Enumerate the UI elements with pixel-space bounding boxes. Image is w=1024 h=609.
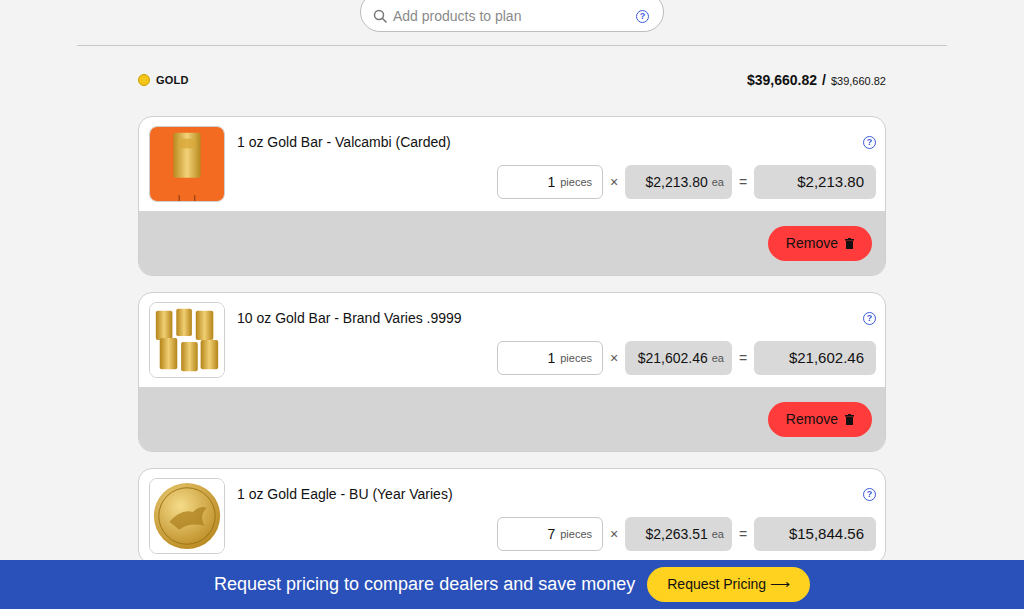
quantity-value[interactable]: 1 bbox=[547, 348, 555, 369]
product-card: 1 oz Gold Bar - Valcambi (Carded)? 1 piece… bbox=[138, 116, 886, 276]
metal-label: GOLD bbox=[138, 72, 189, 89]
quantity-value[interactable]: 1 bbox=[547, 172, 555, 193]
help-icon[interactable]: ? bbox=[863, 488, 876, 501]
price-unit: ea bbox=[712, 350, 724, 367]
product-card: 10 oz Gold Bar - Brand Varies .9999? 1 pie… bbox=[138, 292, 886, 452]
product-details: 1 oz Gold Eagle - BU (Year Varies)? 7 piec… bbox=[237, 478, 876, 554]
equals-sign: = bbox=[732, 172, 754, 193]
metal-dot bbox=[138, 74, 150, 86]
times-sign: × bbox=[603, 524, 625, 545]
product-card: 1 oz Gold Eagle - BU (Year Varies)? 7 piec… bbox=[138, 468, 886, 564]
price-unit: ea bbox=[712, 174, 724, 191]
equals-sign: = bbox=[732, 348, 754, 369]
quantity-field[interactable]: 7 pieces bbox=[497, 517, 603, 551]
search-icon bbox=[373, 9, 387, 23]
times-sign: × bbox=[603, 172, 625, 193]
quantity-field[interactable]: 1 pieces bbox=[497, 341, 603, 375]
search-field[interactable]: ? bbox=[360, 0, 664, 32]
quantity-unit: pieces bbox=[560, 526, 592, 543]
metal-totals: $39,660.82/$39,660.82 bbox=[747, 70, 886, 91]
price-value: $2,213.80 bbox=[645, 172, 707, 193]
coin-icon bbox=[150, 479, 224, 553]
remove-label[interactable]: Remove bbox=[786, 233, 838, 254]
price-value: $21,602.46 bbox=[638, 348, 708, 369]
product-title[interactable]: 1 oz Gold Bar - Valcambi (Carded) bbox=[237, 133, 451, 151]
help-icon[interactable]: ? bbox=[636, 10, 649, 23]
product-header: 1 oz Gold Eagle - BU (Year Varies)? bbox=[237, 485, 876, 503]
help-icon[interactable]: ? bbox=[863, 312, 876, 325]
plan-list: GOLD$39,660.82/$39,660.821 oz Gold Bar -… bbox=[138, 70, 886, 564]
metal-header: GOLD$39,660.82/$39,660.82 bbox=[138, 70, 886, 90]
product-image bbox=[149, 302, 225, 378]
divider bbox=[77, 45, 947, 46]
quantity-value[interactable]: 7 bbox=[547, 524, 555, 545]
price-calculation: 1pieces×$21,602.46ea=$21,602.46 bbox=[237, 341, 876, 375]
remove-button[interactable]: Remove bbox=[768, 402, 872, 437]
product-actions: Remove bbox=[139, 211, 885, 275]
plan-page: ?GOLD$39,660.82/$39,660.821 oz Gold Bar … bbox=[0, 0, 1024, 564]
product-actions: Remove bbox=[139, 387, 885, 451]
product-row: 1 oz Gold Bar - Valcambi (Carded)? 1 piece… bbox=[139, 117, 885, 211]
carded-bar-icon bbox=[150, 127, 224, 201]
product-title[interactable]: 1 oz Gold Eagle - BU (Year Varies) bbox=[237, 485, 453, 503]
product-image bbox=[149, 478, 225, 554]
quantity-field[interactable]: 1 pieces bbox=[497, 165, 603, 199]
product-image bbox=[149, 126, 225, 202]
equals-sign: = bbox=[732, 524, 754, 545]
unit-price: $2,213.80 ea bbox=[625, 165, 732, 199]
product-details: 10 oz Gold Bar - Brand Varies .9999? 1 pie… bbox=[237, 302, 876, 378]
price-value: $2,263.51 bbox=[645, 524, 707, 545]
line-total: $15,844.56 bbox=[754, 517, 876, 551]
metal-total: $39,660.82 bbox=[747, 70, 817, 91]
trash-icon bbox=[845, 414, 854, 425]
trash-icon bbox=[845, 238, 854, 249]
pricing-bar: Request pricing to compare dealers and s… bbox=[0, 560, 1024, 609]
request-pricing-button[interactable]: Request Pricing ⟶ bbox=[647, 567, 810, 602]
quantity-unit: pieces bbox=[560, 350, 592, 367]
product-header: 10 oz Gold Bar - Brand Varies .9999? bbox=[237, 309, 876, 327]
times-sign: × bbox=[603, 348, 625, 369]
quantity-unit: pieces bbox=[560, 174, 592, 191]
product-row: 10 oz Gold Bar - Brand Varies .9999? 1 pie… bbox=[139, 293, 885, 387]
search-area: ? bbox=[0, 0, 1024, 32]
metal-target: $39,660.82 bbox=[831, 73, 886, 90]
total-separator: / bbox=[822, 70, 826, 91]
line-total: $21,602.46 bbox=[754, 341, 876, 375]
product-header: 1 oz Gold Bar - Valcambi (Carded)? bbox=[237, 133, 876, 151]
product-details: 1 oz Gold Bar - Valcambi (Carded)? 1 piece… bbox=[237, 126, 876, 202]
remove-button[interactable]: Remove bbox=[768, 226, 872, 261]
unit-price: $2,263.51 ea bbox=[625, 517, 732, 551]
product-title[interactable]: 10 oz Gold Bar - Brand Varies .9999 bbox=[237, 309, 462, 327]
price-calculation: 7 pieces × $2,263.51 ea =$15,844.56 bbox=[237, 517, 876, 551]
multi-bar-icon bbox=[150, 303, 224, 377]
line-total: $2,213.80 bbox=[754, 165, 876, 199]
product-row: 1 oz Gold Eagle - BU (Year Varies)? 7 piec… bbox=[139, 469, 885, 563]
search-input[interactable] bbox=[393, 6, 630, 27]
remove-label[interactable]: Remove bbox=[786, 409, 838, 430]
pricing-message: Request pricing to compare dealers and s… bbox=[214, 571, 635, 598]
help-icon[interactable]: ? bbox=[863, 136, 876, 149]
price-calculation: 1pieces×$2,213.80ea=$2,213.80 bbox=[237, 165, 876, 199]
metal-name: GOLD bbox=[156, 72, 189, 89]
price-unit: ea bbox=[712, 526, 724, 543]
unit-price: $21,602.46ea bbox=[625, 341, 732, 375]
